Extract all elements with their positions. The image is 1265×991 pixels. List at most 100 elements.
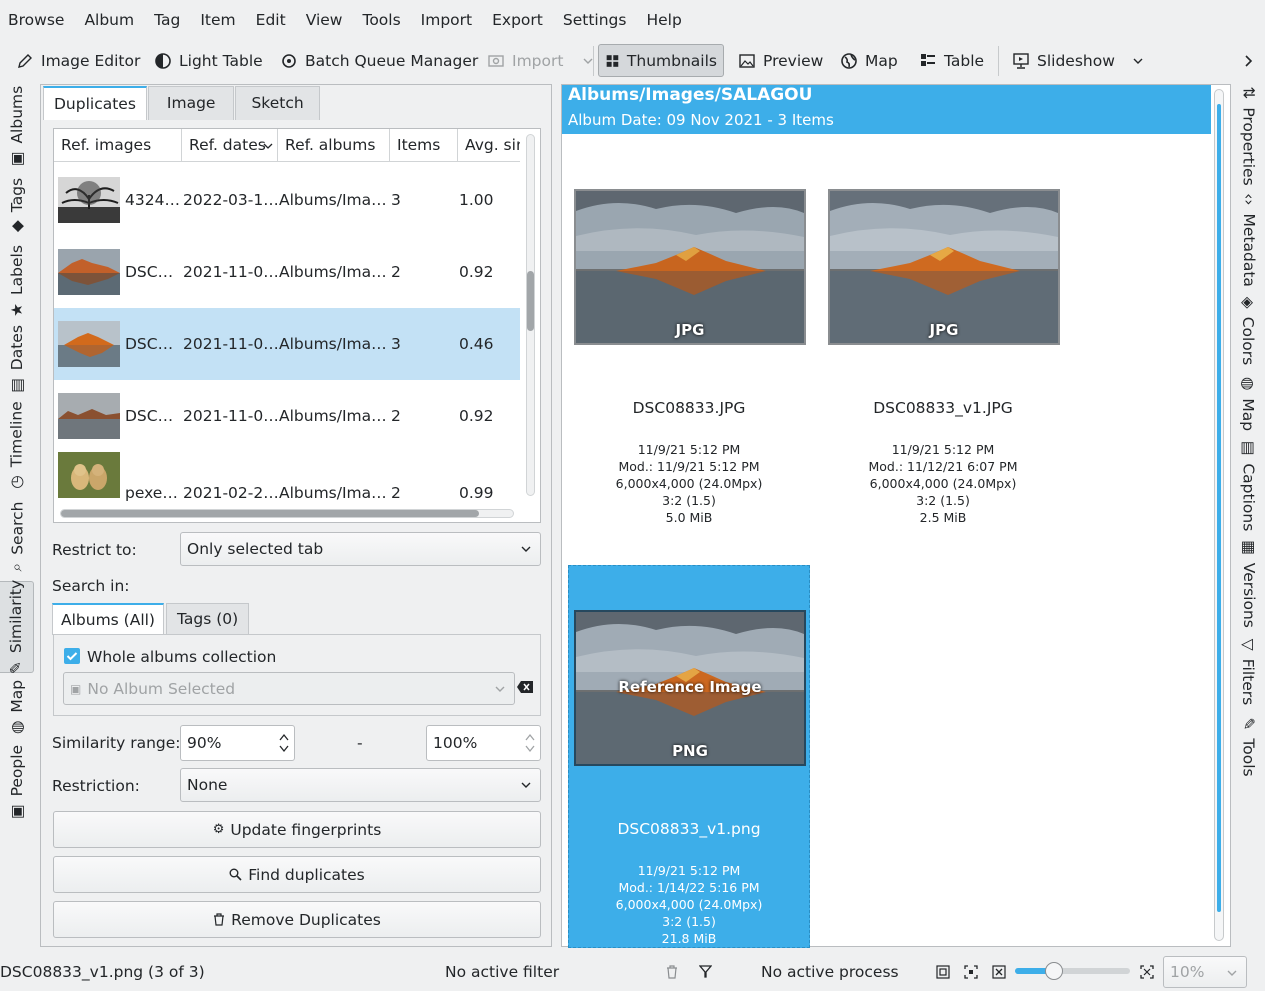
ref-album: Albums/Ima…: [279, 484, 387, 502]
menu-browse[interactable]: Browse: [0, 11, 74, 29]
similarity-min-value: 90%: [187, 734, 222, 752]
zoom-slider[interactable]: [1015, 962, 1130, 980]
table-horizontal-scrollbar[interactable]: [60, 509, 514, 518]
scrollbar-thumb[interactable]: [527, 271, 534, 331]
sidebar-tab-people[interactable]: ▣ People: [0, 740, 34, 824]
file-size: 2.5 MiB: [919, 510, 967, 525]
sidebar-tab-timeline[interactable]: ◷ Timeline: [0, 398, 34, 492]
sidebar-tab-captions[interactable]: ▤ Captions: [1232, 438, 1265, 534]
similarity-min-spinbox[interactable]: 90%: [180, 725, 295, 761]
zoom-fit-icon[interactable]: [936, 965, 950, 979]
sidebar-tab-tags[interactable]: ◆ Tags: [0, 170, 34, 240]
menu-item[interactable]: Item: [190, 11, 245, 29]
zoom-out-icon[interactable]: [992, 965, 1006, 979]
find-duplicates-label: Find duplicates: [248, 865, 365, 884]
tab-tags[interactable]: Tags (0): [165, 603, 250, 635]
tab-image[interactable]: Image: [147, 86, 235, 120]
table-row[interactable]: DSC… 2021-11-0… Albums/Ima… 2 0.92: [54, 380, 520, 452]
sidebar-tab-label: Metadata: [1239, 213, 1258, 287]
sidebar-tab-versions[interactable]: ▦ Versions: [1232, 538, 1265, 630]
table-button[interactable]: Table: [913, 44, 990, 77]
sidebar-tab-map[interactable]: ◍ Map: [1232, 374, 1265, 434]
clear-selection-button[interactable]: [517, 681, 533, 693]
column-avg-sim[interactable]: Avg. sim: [458, 129, 520, 162]
table-row[interactable]: pexe… 2021-02-2… Albums/Ima… 2 0.99: [54, 452, 520, 502]
menu-export[interactable]: Export: [482, 11, 553, 29]
menu-import[interactable]: Import: [411, 11, 482, 29]
scrollbar-thumb[interactable]: [61, 510, 479, 517]
scrollbar-thumb[interactable]: [1217, 104, 1221, 912]
thumbnail-scrollbar[interactable]: [1214, 89, 1224, 941]
menu-tools[interactable]: Tools: [352, 11, 410, 29]
find-duplicates-button[interactable]: Find duplicates: [53, 856, 541, 893]
menu-edit[interactable]: Edit: [246, 11, 296, 29]
table-row-selected[interactable]: DSC… 2021-11-0… Albums/Ima… 3 0.46: [54, 308, 520, 380]
sidebar-tab-map[interactable]: ◍ Map: [0, 676, 34, 738]
chevron-right-icon: [1245, 54, 1253, 67]
trash-icon[interactable]: [666, 965, 678, 979]
map-button[interactable]: Map: [834, 44, 904, 77]
column-ref-dates[interactable]: Ref. dates: [182, 129, 278, 162]
preview-button[interactable]: Preview: [732, 44, 829, 77]
chevron-down-icon: [495, 686, 505, 692]
thumbnail-puppies: [58, 452, 120, 498]
restrict-to-dropdown[interactable]: Only selected tab: [180, 532, 541, 566]
thumbnail-item[interactable]: JPG DSC08833_v1.JPG 11/9/21 5:12 PM Mod.…: [822, 185, 1064, 530]
remove-duplicates-button[interactable]: Remove Duplicates: [53, 901, 541, 938]
table-row[interactable]: 4324… 2022-03-1… Albums/Ima… 3 1.00: [54, 164, 520, 236]
batch-queue-manager-button[interactable]: Batch Queue Manager: [274, 44, 484, 77]
chevron-down-icon: [1133, 58, 1143, 64]
thumbnail-item-selected[interactable]: Reference Image PNG DSC08833_v1.png 11/9…: [568, 565, 810, 948]
sidebar-tab-search[interactable]: ⌕ Search: [0, 494, 34, 578]
sidebar-tab-albums[interactable]: ▣ Albums: [0, 84, 34, 168]
sidebar-tab-tools[interactable]: ✎ Tools: [1232, 714, 1265, 780]
column-ref-images[interactable]: Ref. images: [54, 129, 182, 162]
similarity-max-spinbox[interactable]: 100%: [426, 725, 541, 761]
zoom-in-icon[interactable]: [1140, 965, 1154, 979]
left-sidebar: ▣ Albums ◆ Tags ★ Labels ▤ Dates ◷ Timeline ⌕…: [0, 84, 34, 944]
color-fill-icon: ◈: [1239, 296, 1258, 309]
menu-settings[interactable]: Settings: [553, 11, 637, 29]
sidebar-tab-properties[interactable]: ⇅ Properties: [1232, 84, 1265, 188]
update-fingerprints-button[interactable]: ⚙ Update fingerprints: [53, 811, 541, 848]
zoom-level-dropdown[interactable]: 10%: [1163, 956, 1247, 988]
menu-help[interactable]: Help: [636, 11, 691, 29]
light-table-button[interactable]: Light Table: [148, 44, 269, 77]
sidebar-tab-labels[interactable]: ★ Labels: [0, 242, 34, 320]
trash-icon: [214, 913, 225, 926]
sidebar-tab-dates[interactable]: ▤ Dates: [0, 322, 34, 396]
thumbnail-item[interactable]: JPG DSC08833.JPG 11/9/21 5:12 PM Mod.: 1…: [568, 185, 810, 530]
sidebar-tab-filters[interactable]: ▽ Filters: [1232, 634, 1265, 710]
album-select-dropdown[interactable]: ▣ No Album Selected: [63, 672, 515, 705]
menu-tag[interactable]: Tag: [144, 11, 190, 29]
table-vertical-scrollbar[interactable]: [526, 134, 535, 496]
menu-view[interactable]: View: [296, 11, 353, 29]
restrict-to-label: Restrict to:: [52, 541, 137, 559]
sidebar-tab-metadata[interactable]: ‹› Metadata: [1232, 192, 1265, 288]
image-editor-button[interactable]: Image Editor: [10, 44, 146, 77]
toolbar-overflow-button[interactable]: [1236, 44, 1260, 77]
file-date: 11/9/21 5:12 PM: [637, 442, 741, 457]
sidebar-tab-label: Versions: [1239, 562, 1258, 628]
table-row[interactable]: DSC… 2021-11-0… Albums/Ima… 2 0.92: [54, 236, 520, 308]
whole-albums-checkbox[interactable]: [64, 648, 80, 664]
import-button[interactable]: Import: [481, 44, 600, 77]
menu-album[interactable]: Album: [74, 11, 144, 29]
ref-album: Albums/Ima…: [279, 335, 387, 353]
column-items[interactable]: Items: [390, 129, 458, 162]
restriction-dropdown[interactable]: None: [180, 768, 541, 802]
checkmark-icon: [66, 652, 78, 661]
zoom-slider-handle[interactable]: [1045, 962, 1063, 980]
sidebar-tab-colors[interactable]: ◈ Colors: [1232, 292, 1265, 370]
zoom-actual-icon[interactable]: [964, 965, 978, 979]
tab-duplicates[interactable]: Duplicates: [43, 86, 147, 120]
tab-sketch[interactable]: Sketch: [235, 86, 320, 120]
filter-icon[interactable]: [699, 965, 712, 979]
sidebar-tab-similarity[interactable]: ✎ Similarity: [0, 580, 34, 674]
thumbnails-button[interactable]: Thumbnails: [598, 44, 724, 77]
file-metadata: 11/9/21 5:12 PM Mod.: 11/12/21 6:07 PM 6…: [822, 441, 1064, 526]
column-ref-albums[interactable]: Ref. albums: [278, 129, 390, 162]
tab-albums-all[interactable]: Albums (All): [52, 603, 164, 635]
sidebar-tab-label: Labels: [8, 245, 27, 295]
slideshow-button[interactable]: Slideshow: [1006, 44, 1150, 77]
